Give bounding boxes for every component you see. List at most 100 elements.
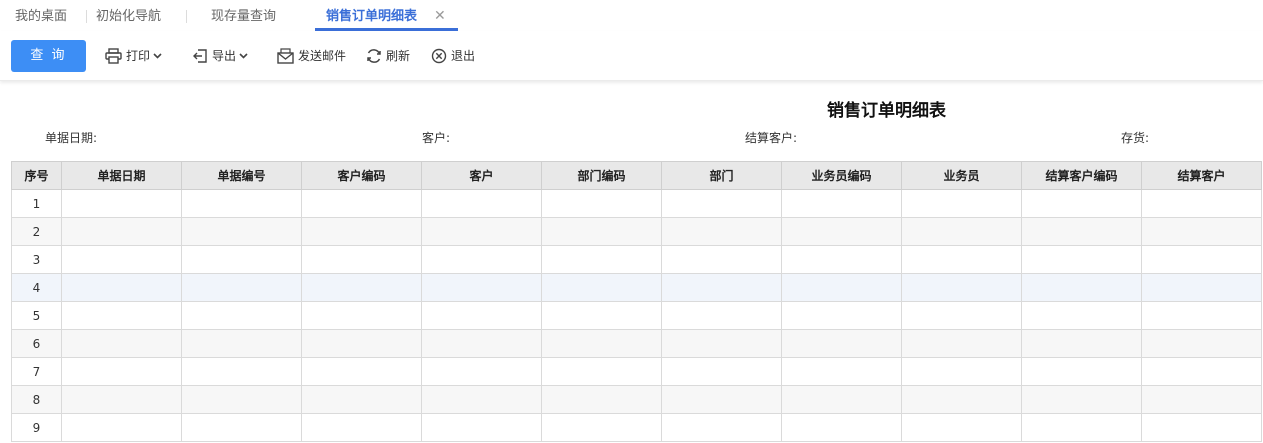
table-cell[interactable]	[61, 357, 182, 386]
table-cell[interactable]	[901, 217, 1022, 246]
table-cell[interactable]	[1141, 189, 1262, 218]
table-cell[interactable]	[1141, 413, 1262, 442]
col-header-customer[interactable]: 客户	[421, 161, 542, 190]
table-cell[interactable]	[181, 329, 302, 358]
table-cell[interactable]	[901, 273, 1022, 302]
col-header-settle-customer-code[interactable]: 结算客户编码	[1021, 161, 1142, 190]
row-number-cell[interactable]: 5	[11, 301, 62, 330]
exit-button[interactable]: 退出	[431, 46, 475, 66]
table-cell[interactable]	[181, 189, 302, 218]
table-cell[interactable]	[541, 329, 662, 358]
table-cell[interactable]	[421, 245, 542, 274]
table-cell[interactable]	[181, 273, 302, 302]
table-row[interactable]: 2	[11, 217, 1262, 246]
tab-sales-order-detail[interactable]: 销售订单明细表	[326, 0, 417, 31]
table-row[interactable]: 6	[11, 329, 1262, 358]
table-cell[interactable]	[781, 329, 902, 358]
table-cell[interactable]	[781, 385, 902, 414]
table-cell[interactable]	[181, 357, 302, 386]
table-cell[interactable]	[1141, 357, 1262, 386]
table-row[interactable]: 4	[11, 273, 1262, 302]
row-number-cell[interactable]: 8	[11, 385, 62, 414]
table-cell[interactable]	[1021, 413, 1142, 442]
table-cell[interactable]	[301, 301, 422, 330]
tab-init-nav[interactable]: 初始化导航	[96, 0, 161, 31]
table-cell[interactable]	[781, 217, 902, 246]
table-cell[interactable]	[301, 273, 422, 302]
table-cell[interactable]	[1021, 385, 1142, 414]
table-cell[interactable]	[181, 413, 302, 442]
table-cell[interactable]	[781, 357, 902, 386]
table-cell[interactable]	[661, 413, 782, 442]
table-cell[interactable]	[661, 357, 782, 386]
table-cell[interactable]	[661, 385, 782, 414]
table-cell[interactable]	[301, 245, 422, 274]
table-cell[interactable]	[421, 217, 542, 246]
row-number-cell[interactable]: 6	[11, 329, 62, 358]
table-cell[interactable]	[541, 273, 662, 302]
col-header-doc-date[interactable]: 单据日期	[61, 161, 182, 190]
query-button[interactable]: 查 询	[11, 40, 86, 72]
row-number-cell[interactable]: 1	[11, 189, 62, 218]
table-cell[interactable]	[421, 413, 542, 442]
table-cell[interactable]	[901, 301, 1022, 330]
table-cell[interactable]	[901, 329, 1022, 358]
table-cell[interactable]	[541, 189, 662, 218]
table-cell[interactable]	[541, 301, 662, 330]
table-cell[interactable]	[901, 413, 1022, 442]
tab-stock-query[interactable]: 现存量查询	[211, 0, 276, 31]
export-button[interactable]: 导出	[192, 46, 248, 66]
col-header-seq[interactable]: 序号	[11, 161, 62, 190]
col-header-dept[interactable]: 部门	[661, 161, 782, 190]
table-row[interactable]: 1	[11, 189, 1262, 218]
table-cell[interactable]	[421, 385, 542, 414]
table-cell[interactable]	[661, 301, 782, 330]
table-row[interactable]: 5	[11, 301, 1262, 330]
table-cell[interactable]	[541, 413, 662, 442]
table-cell[interactable]	[661, 217, 782, 246]
table-cell[interactable]	[781, 189, 902, 218]
table-cell[interactable]	[421, 301, 542, 330]
table-cell[interactable]	[61, 217, 182, 246]
table-cell[interactable]	[661, 273, 782, 302]
row-number-cell[interactable]: 7	[11, 357, 62, 386]
table-cell[interactable]	[901, 245, 1022, 274]
table-cell[interactable]	[301, 413, 422, 442]
row-number-cell[interactable]: 2	[11, 217, 62, 246]
table-cell[interactable]	[901, 189, 1022, 218]
send-email-button[interactable]: 发送邮件	[277, 46, 346, 66]
table-cell[interactable]	[781, 301, 902, 330]
table-cell[interactable]	[421, 357, 542, 386]
close-icon[interactable]: ✕	[434, 0, 446, 31]
table-cell[interactable]	[541, 217, 662, 246]
table-cell[interactable]	[301, 385, 422, 414]
table-cell[interactable]	[301, 217, 422, 246]
table-cell[interactable]	[301, 329, 422, 358]
col-header-customer-code[interactable]: 客户编码	[301, 161, 422, 190]
table-cell[interactable]	[181, 217, 302, 246]
col-header-salesman[interactable]: 业务员	[901, 161, 1022, 190]
table-cell[interactable]	[661, 245, 782, 274]
table-cell[interactable]	[181, 301, 302, 330]
row-number-cell[interactable]: 4	[11, 273, 62, 302]
table-cell[interactable]	[421, 273, 542, 302]
table-cell[interactable]	[61, 413, 182, 442]
table-row[interactable]: 9	[11, 413, 1262, 442]
col-header-salesman-code[interactable]: 业务员编码	[781, 161, 902, 190]
table-cell[interactable]	[661, 329, 782, 358]
table-cell[interactable]	[781, 413, 902, 442]
table-cell[interactable]	[1021, 189, 1142, 218]
table-cell[interactable]	[61, 189, 182, 218]
table-cell[interactable]	[61, 385, 182, 414]
table-cell[interactable]	[1141, 301, 1262, 330]
table-cell[interactable]	[1141, 329, 1262, 358]
refresh-button[interactable]: 刷新	[366, 46, 410, 66]
col-header-dept-code[interactable]: 部门编码	[541, 161, 662, 190]
table-cell[interactable]	[541, 357, 662, 386]
table-row[interactable]: 8	[11, 385, 1262, 414]
table-cell[interactable]	[1021, 357, 1142, 386]
table-cell[interactable]	[541, 245, 662, 274]
row-number-cell[interactable]: 3	[11, 245, 62, 274]
table-cell[interactable]	[61, 273, 182, 302]
table-cell[interactable]	[421, 189, 542, 218]
